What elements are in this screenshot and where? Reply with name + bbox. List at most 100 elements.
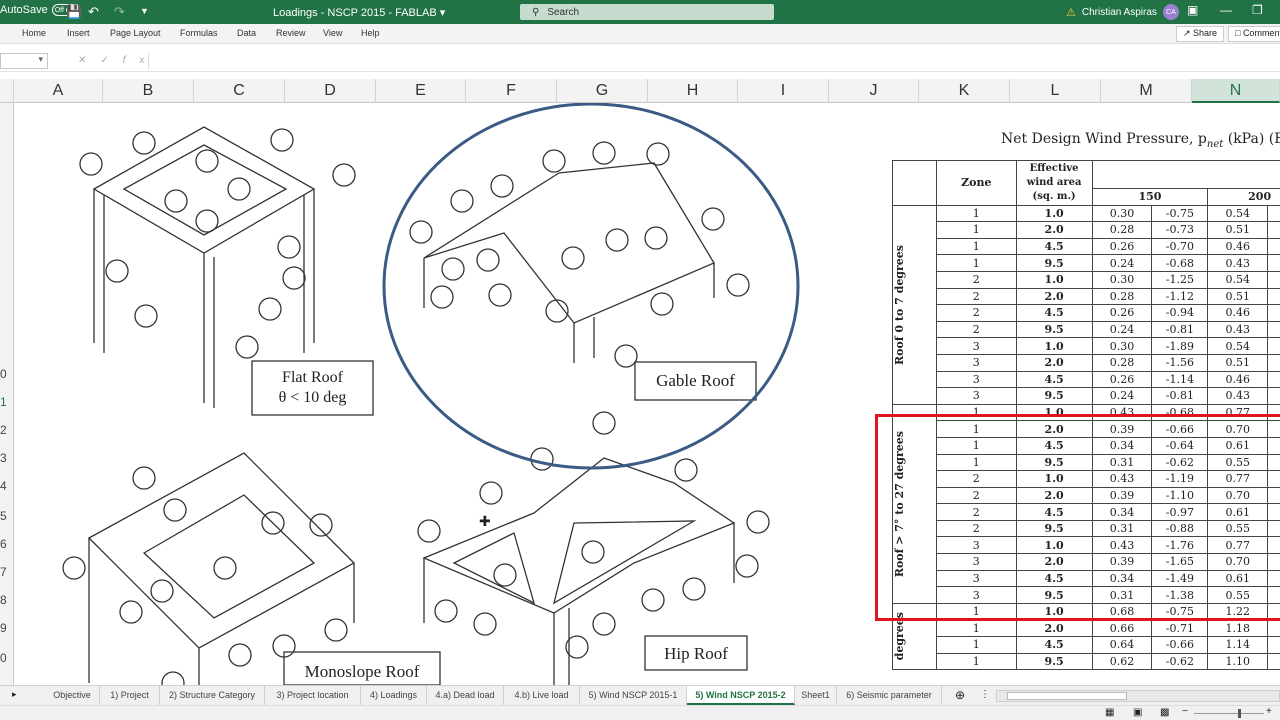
restore-icon[interactable]: ❐ <box>1252 3 1263 17</box>
table-cell: -0.68 <box>1151 254 1209 272</box>
table-cell: 0.24 <box>1091 254 1153 272</box>
column-header[interactable]: B <box>103 79 194 103</box>
column-header[interactable]: I <box>738 79 829 103</box>
table-cell: 0.51 <box>1207 287 1269 306</box>
table-cell: -0.81 <box>1151 387 1209 405</box>
column-header[interactable]: L <box>1010 79 1101 103</box>
table-cell: 2.0 <box>1015 353 1093 372</box>
sheet-tab[interactable]: Objective <box>45 686 100 705</box>
user-account[interactable]: ⚠ Christian Aspiras CA <box>1066 4 1179 20</box>
column-header[interactable]: E <box>376 79 466 103</box>
undo-icon[interactable]: ↶ <box>88 4 99 20</box>
row-header[interactable]: 1 <box>0 395 14 409</box>
table-cell: -1.89 <box>1151 337 1209 355</box>
column-header[interactable]: J <box>829 79 919 103</box>
tab-scroll-right-icon[interactable]: ▸ <box>12 689 17 700</box>
row-header[interactable]: 6 <box>0 537 14 551</box>
comments-button[interactable]: □ Comments <box>1228 26 1280 42</box>
row-header[interactable]: 5 <box>0 509 14 523</box>
document-title[interactable]: Loadings - NSCP 2015 - FABLAB ▾ <box>273 6 445 19</box>
sheet-tab[interactable]: 4.a) Dead load <box>427 686 504 705</box>
tab-review[interactable]: Review <box>276 28 306 38</box>
table-cell: 0.43 <box>1207 387 1269 405</box>
zoom-slider[interactable] <box>1194 713 1264 714</box>
sheet-tab[interactable]: 2) Structure Category <box>160 686 265 705</box>
save-icon[interactable]: 💾 <box>66 4 82 20</box>
scrollbar-thumb[interactable] <box>1007 692 1127 700</box>
header-effective-area: Effective wind area (sq. m.) <box>1015 160 1093 206</box>
worksheet-area[interactable]: Flat Roof θ < 10 deg Gable Roof Monoslop… <box>14 103 1280 685</box>
page-layout-icon[interactable]: ▣ <box>1133 707 1142 718</box>
column-header-selected[interactable]: N <box>1192 79 1280 103</box>
enter-icon[interactable]: ✓ <box>100 55 122 66</box>
table-cell: 3 <box>935 387 1017 405</box>
table-cell: 1 <box>935 254 1017 272</box>
row-header[interactable]: 4 <box>0 479 14 493</box>
tab-data[interactable]: Data <box>237 28 256 38</box>
row-header[interactable]: 9 <box>0 621 14 635</box>
search-box[interactable]: ⚲ Search <box>520 4 774 20</box>
minimize-icon[interactable]: — <box>1220 3 1232 17</box>
more-options-icon[interactable]: ⋮ <box>980 689 990 700</box>
ribbon-display-icon[interactable]: ▣ <box>1187 3 1198 17</box>
column-header[interactable]: G <box>557 79 648 103</box>
row-header[interactable]: 8 <box>0 593 14 607</box>
table-cell: 0.43 <box>1207 320 1269 339</box>
tab-page-layout[interactable]: Page Layout <box>110 28 161 38</box>
tab-home[interactable]: Home <box>22 28 46 38</box>
name-box[interactable]: ▾ <box>0 53 48 69</box>
row-header[interactable]: 0 <box>0 651 14 665</box>
sheet-tab[interactable]: 6) Seismic parameter <box>837 686 942 705</box>
roof-7-to-27-highlight <box>875 414 1280 621</box>
zoom-slider-handle[interactable] <box>1238 709 1241 718</box>
column-header[interactable]: M <box>1101 79 1192 103</box>
table-cell: -1.12 <box>1151 287 1209 306</box>
column-header[interactable]: D <box>285 79 376 103</box>
page-break-icon[interactable]: ▩ <box>1160 707 1169 718</box>
redo-icon[interactable]: ↷ <box>114 4 125 20</box>
tab-help[interactable]: Help <box>361 28 380 38</box>
horizontal-scrollbar[interactable] <box>996 690 1280 702</box>
row-header[interactable]: 7 <box>0 565 14 579</box>
column-header[interactable]: H <box>648 79 738 103</box>
sheet-tab[interactable]: 4) Loadings <box>361 686 427 705</box>
sheet-tab-active[interactable]: 5) Wind NSCP 2015-2 <box>687 686 795 705</box>
add-sheet-icon[interactable]: ⊕ <box>955 688 965 702</box>
sheet-tab[interactable]: 4.b) Live load <box>504 686 580 705</box>
table-row: 3 4.5 0.26 -1.14 0.46 <box>893 370 1280 389</box>
sheet-tab[interactable]: 5) Wind NSCP 2015-1 <box>580 686 687 705</box>
sheet-tab[interactable]: Sheet1 <box>795 686 837 705</box>
column-header[interactable]: F <box>466 79 557 103</box>
column-header[interactable]: A <box>14 79 103 103</box>
normal-view-icon[interactable]: ▦ <box>1105 707 1114 718</box>
table-cell: 0.26 <box>1091 304 1153 322</box>
column-header[interactable]: K <box>919 79 1010 103</box>
table-row: 1 2.0 0.28 -0.73 0.51 <box>893 221 1280 239</box>
zoom-out-icon[interactable]: − <box>1182 706 1188 717</box>
share-button[interactable]: ↗ Share <box>1176 26 1225 42</box>
row-header[interactable]: 3 <box>0 451 14 465</box>
tab-formulas[interactable]: Formulas <box>180 28 218 38</box>
tab-view[interactable]: View <box>323 28 342 38</box>
table-cell <box>1267 304 1280 322</box>
table-cell: 0.24 <box>1091 387 1153 405</box>
sheet-tab[interactable]: 3) Project location <box>265 686 361 705</box>
tab-insert[interactable]: Insert <box>67 28 90 38</box>
avatar[interactable]: CA <box>1162 4 1179 20</box>
zoom-in-icon[interactable]: + <box>1266 706 1272 717</box>
table-cell <box>1267 320 1280 339</box>
table-cell: 9.5 <box>1015 254 1093 272</box>
row-header[interactable]: 2 <box>0 423 14 437</box>
sheet-tab[interactable]: 1) Project <box>100 686 160 705</box>
table-cell: 1 <box>935 204 1017 223</box>
table-cell: 2.0 <box>1015 221 1093 239</box>
column-header[interactable]: C <box>194 79 285 103</box>
formula-input[interactable] <box>148 53 1280 69</box>
cancel-icon[interactable]: ✕ <box>78 55 100 66</box>
row-header[interactable]: 0 <box>0 367 14 381</box>
table-cell <box>1267 370 1280 389</box>
table-cell: 0.46 <box>1207 237 1269 256</box>
customize-toolbar-icon[interactable]: ▼ <box>140 6 149 16</box>
select-all-corner[interactable] <box>0 79 14 103</box>
column-headers: A B C D E F G H I J K L M N <box>0 79 1280 103</box>
